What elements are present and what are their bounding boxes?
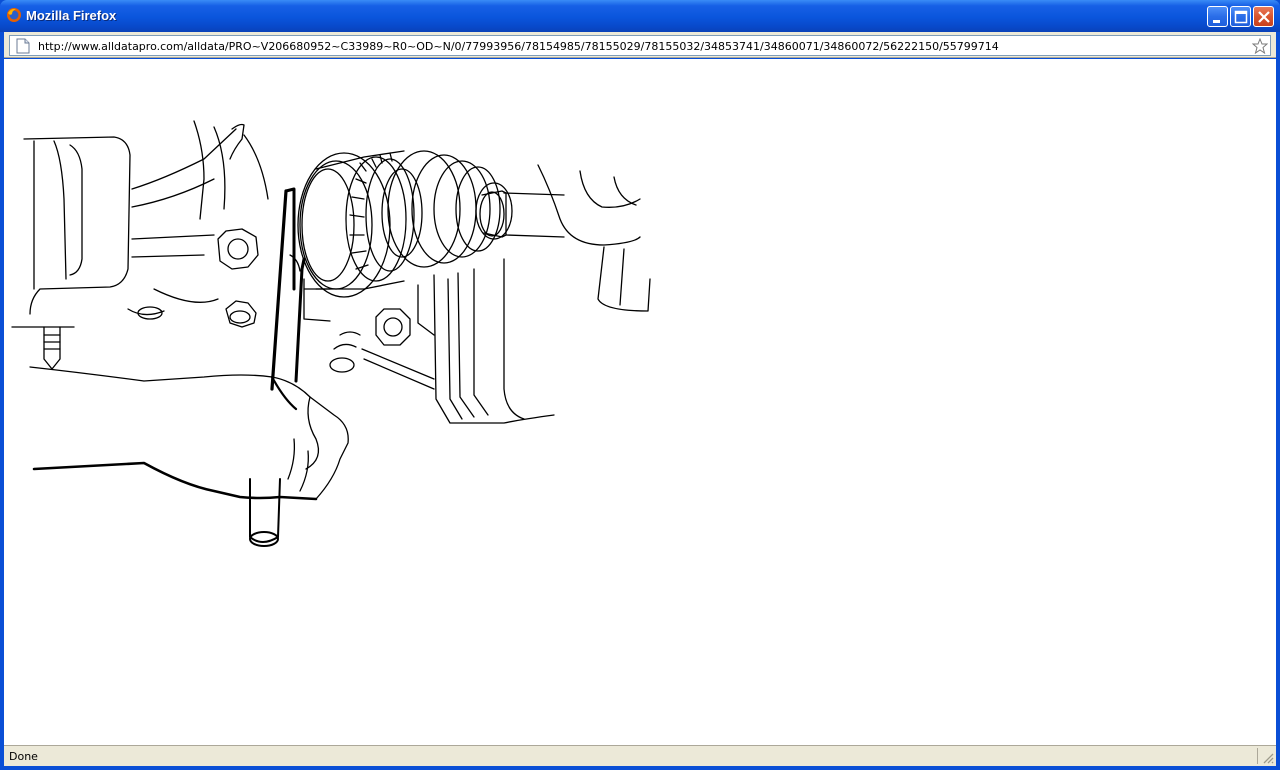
star-icon[interactable]	[1252, 38, 1268, 54]
page-icon	[16, 38, 30, 54]
firefox-icon	[7, 8, 21, 22]
maximize-icon	[1234, 10, 1248, 24]
status-bar: Done	[4, 745, 1276, 766]
resize-grip-icon[interactable]	[1262, 752, 1274, 764]
url-text: http://www.alldatapro.com/alldata/PRO~V2…	[38, 40, 999, 53]
title-bar[interactable]: Mozilla Firefox	[0, 0, 1280, 32]
window-title: Mozilla Firefox	[26, 8, 117, 23]
maximize-button[interactable]	[1230, 6, 1251, 27]
status-text: Done	[9, 750, 38, 763]
navigation-toolbar: http://www.alldatapro.com/alldata/PRO~V2…	[4, 32, 1276, 58]
window-frame-bottom	[0, 766, 1280, 770]
status-divider	[1257, 748, 1258, 764]
close-button[interactable]	[1253, 6, 1274, 27]
window-frame-right	[1276, 32, 1280, 770]
minimize-icon	[1213, 20, 1220, 23]
address-bar[interactable]: http://www.alldatapro.com/alldata/PRO~V2…	[9, 35, 1271, 56]
minimize-button[interactable]	[1207, 6, 1228, 27]
close-icon	[1258, 11, 1270, 23]
page-content	[4, 59, 1276, 745]
browser-window: Mozilla Firefox http://www.alldatapro.co…	[0, 0, 1280, 770]
cv-joint-removal-illustration	[11, 120, 651, 547]
